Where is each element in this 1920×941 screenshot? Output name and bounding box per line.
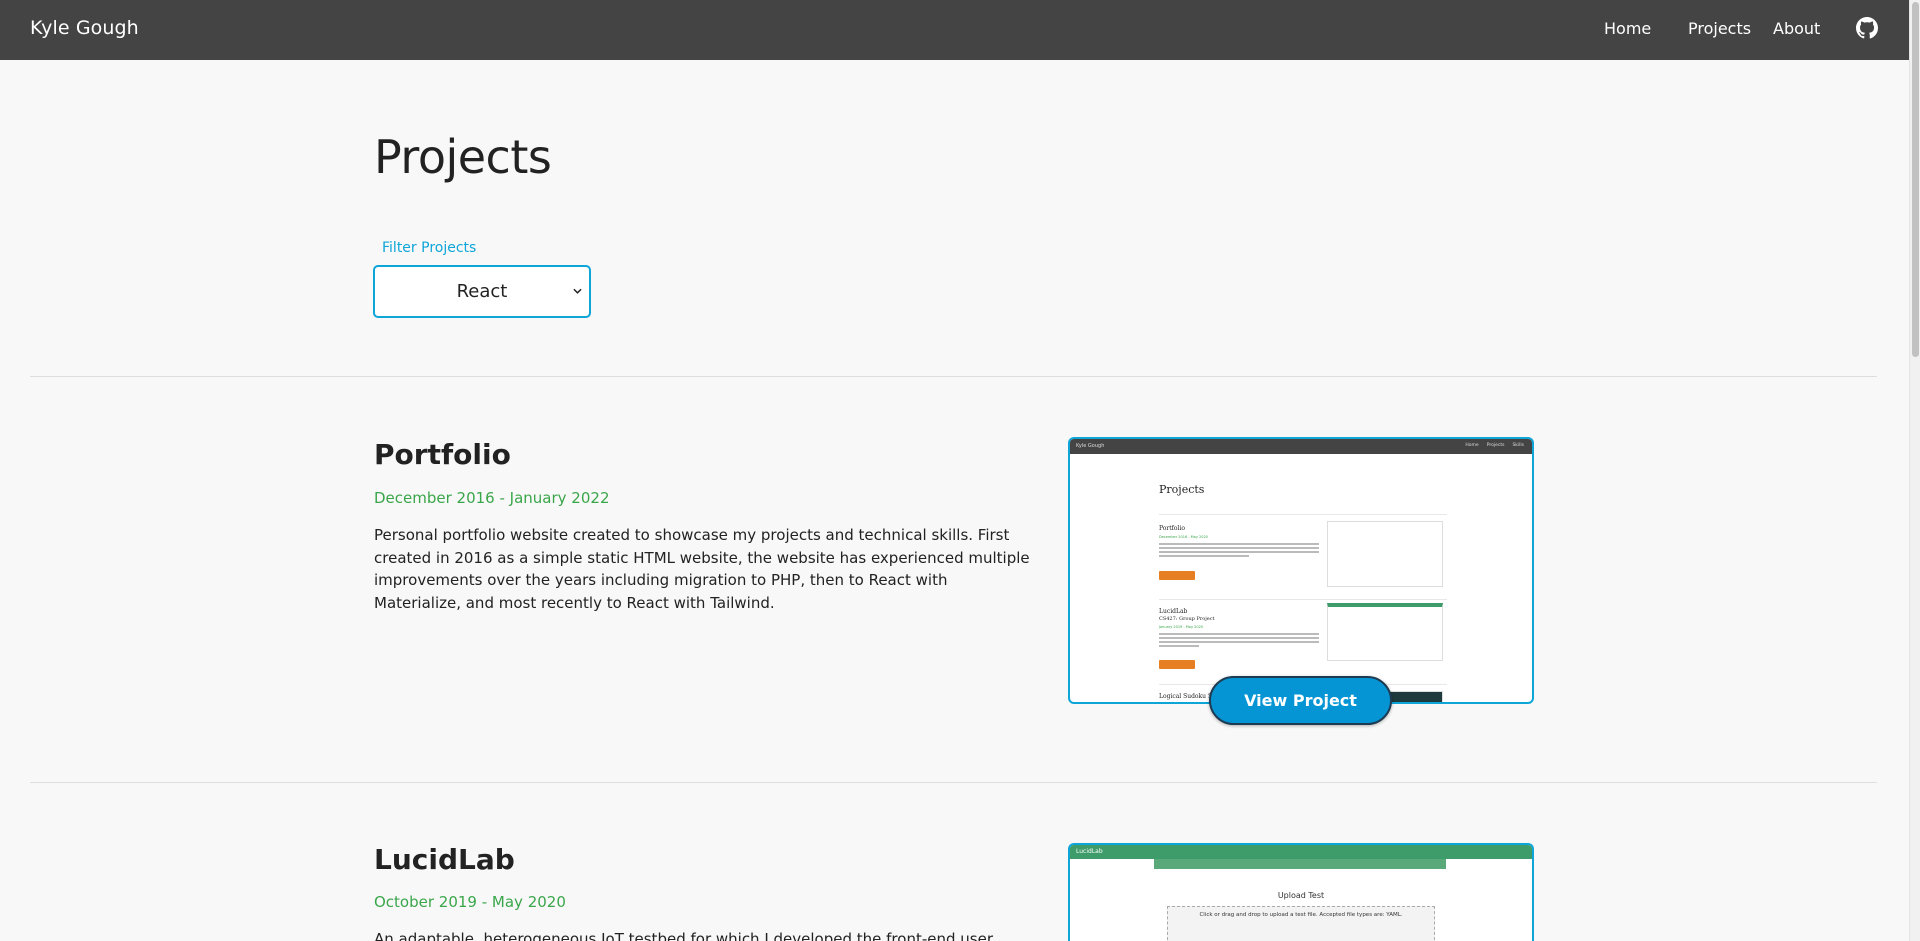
project-description: An adaptable, heterogeneous IoT testbed … [374,930,993,941]
project-description: Personal portfolio website created to sh… [374,526,1030,612]
github-icon[interactable] [1856,17,1878,39]
preview-nav-link: Home [1465,443,1479,448]
preview-text-line [1159,645,1199,647]
preview-text-line [1159,555,1249,557]
chevron-down-icon [573,288,582,294]
nav-link-about[interactable]: About [1773,19,1820,38]
preview-card-title: LucidLab [1159,608,1188,615]
scrollbar-thumb[interactable] [1912,2,1919,357]
page-title: Projects [374,130,552,184]
preview-thumbnail [1327,521,1443,587]
filter-projects-select[interactable]: React [373,265,591,318]
preview-navbar: Kyle Gough Home Projects Skills [1070,439,1532,454]
project-title: LucidLab [374,843,515,876]
preview-text-line [1159,547,1319,549]
filter-label: Filter Projects [382,240,477,256]
project-date: October 2019 - May 2020 [374,893,566,911]
preview-text-line [1159,637,1319,639]
filter-selected-value: React [456,281,508,302]
preview-card-title: Portfolio [1159,525,1185,532]
preview-card-subtitle: CS427: Group Project [1159,616,1215,622]
preview-heading: Projects [1159,483,1205,496]
preview-text-line [1159,543,1319,545]
preview-nav-link: Skills [1512,443,1524,448]
preview-card: Portfolio December 2016 - May 2020 [1159,514,1447,598]
preview-text-line [1159,633,1319,635]
preview-card: LucidLab CS427: Group Project January 20… [1159,599,1447,683]
preview-heading: Upload Test [1277,891,1325,900]
preview-button [1159,660,1195,669]
preview-brand: Kyle Gough [1076,443,1105,449]
nav-link-projects[interactable]: Projects [1688,19,1751,38]
preview-nav-link: Projects [1486,443,1505,448]
site-brand[interactable]: Kyle Gough [30,17,139,39]
page-scrollbar[interactable] [1909,0,1920,941]
preview-thumbnail [1327,603,1443,661]
preview-dropzone: Click or drag and drop to upload a test … [1167,906,1435,941]
preview-card-date: January 2019 - May 2020 [1159,625,1204,629]
nav-link-home[interactable]: Home [1604,19,1651,38]
project-date: December 2016 - January 2022 [374,489,610,507]
project-title: Portfolio [374,438,511,471]
preview-button [1159,571,1195,580]
preview-navbar: LucidLab [1070,845,1532,859]
view-project-button[interactable]: View Project [1209,676,1392,725]
project-preview-image[interactable]: Kyle Gough Home Projects Skills Projects… [1068,437,1534,704]
preview-text-line [1159,641,1319,643]
project-preview-image[interactable]: LucidLab Upload Test Click or drag and d… [1068,843,1534,941]
section-divider [30,782,1877,783]
preview-nav-links: Home Projects Skills [1465,443,1524,448]
section-divider [30,376,1877,377]
top-navbar: Kyle Gough Home Projects About [0,0,1909,60]
preview-drop-text: Click or drag and drop to upload a test … [1199,912,1403,918]
preview-text-line [1159,551,1319,553]
preview-card-date: December 2016 - May 2020 [1159,535,1208,539]
preview-tabs [1154,859,1446,869]
preview-brand: LucidLab [1076,848,1103,855]
